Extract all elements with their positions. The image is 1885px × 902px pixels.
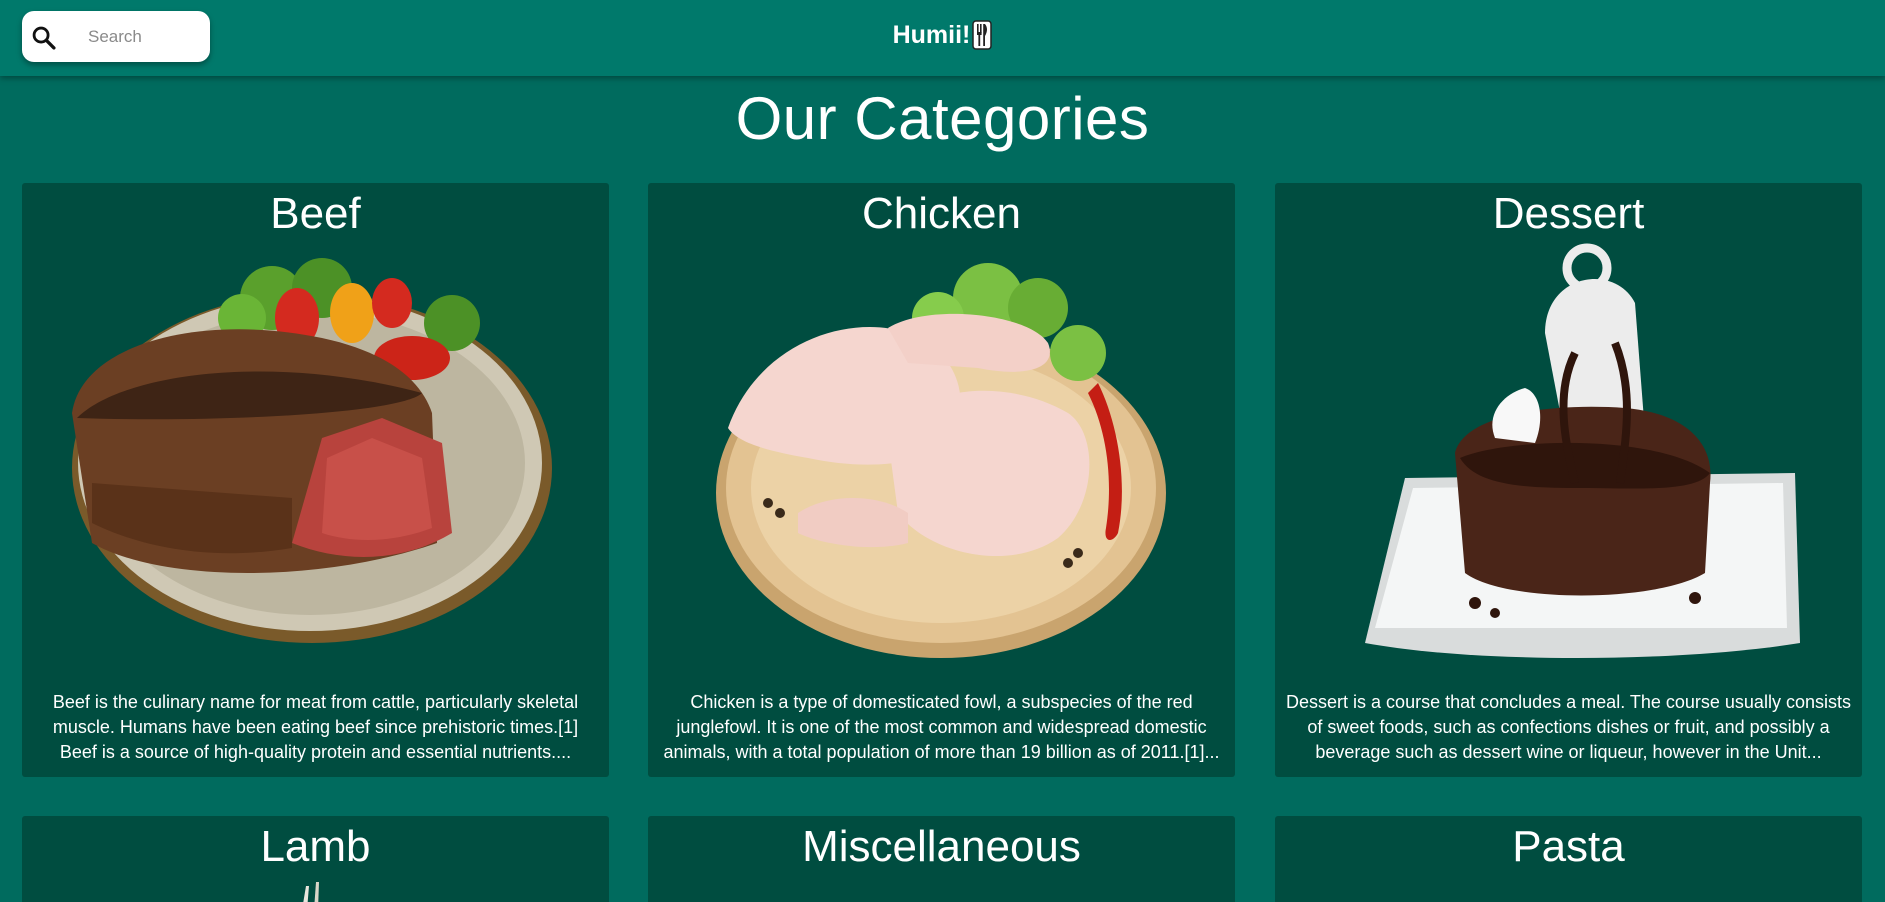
- lamb-image: [303, 882, 319, 902]
- fork-knife-icon: [972, 20, 993, 50]
- page-title: Our Categories: [735, 85, 1150, 152]
- category-card-lamb[interactable]: Lamb: [22, 816, 609, 902]
- app-brand[interactable]: Humii!: [0, 20, 1885, 50]
- category-card-miscellaneous[interactable]: Miscellaneous: [648, 816, 1235, 902]
- dessert-image: [1365, 243, 1800, 658]
- category-title: Beef: [270, 189, 361, 238]
- category-description: Dessert is a course that concludes a mea…: [1286, 692, 1851, 762]
- category-title: Pasta: [1512, 822, 1625, 871]
- category-title: Miscellaneous: [802, 822, 1081, 871]
- beef-image: [72, 258, 552, 643]
- category-title: Dessert: [1492, 189, 1645, 238]
- app-bar: Humii!: [0, 0, 1885, 76]
- category-card-beef[interactable]: Beef Beef is the culinary name for meat …: [22, 183, 609, 777]
- category-description: Chicken is a type of domesticated fowl, …: [663, 692, 1220, 762]
- category-title: Chicken: [862, 189, 1021, 238]
- category-title: Lamb: [260, 822, 371, 871]
- category-card-chicken[interactable]: Chicken Chicken is a type of domesticate…: [648, 183, 1235, 777]
- category-description: Beef is the culinary name for meat from …: [52, 692, 579, 762]
- category-card-dessert[interactable]: Dessert Dessert is a course that conclud…: [1275, 183, 1862, 777]
- brand-name: Humii!: [892, 20, 971, 49]
- chicken-image: [716, 263, 1166, 658]
- category-card-pasta[interactable]: Pasta: [1275, 816, 1862, 902]
